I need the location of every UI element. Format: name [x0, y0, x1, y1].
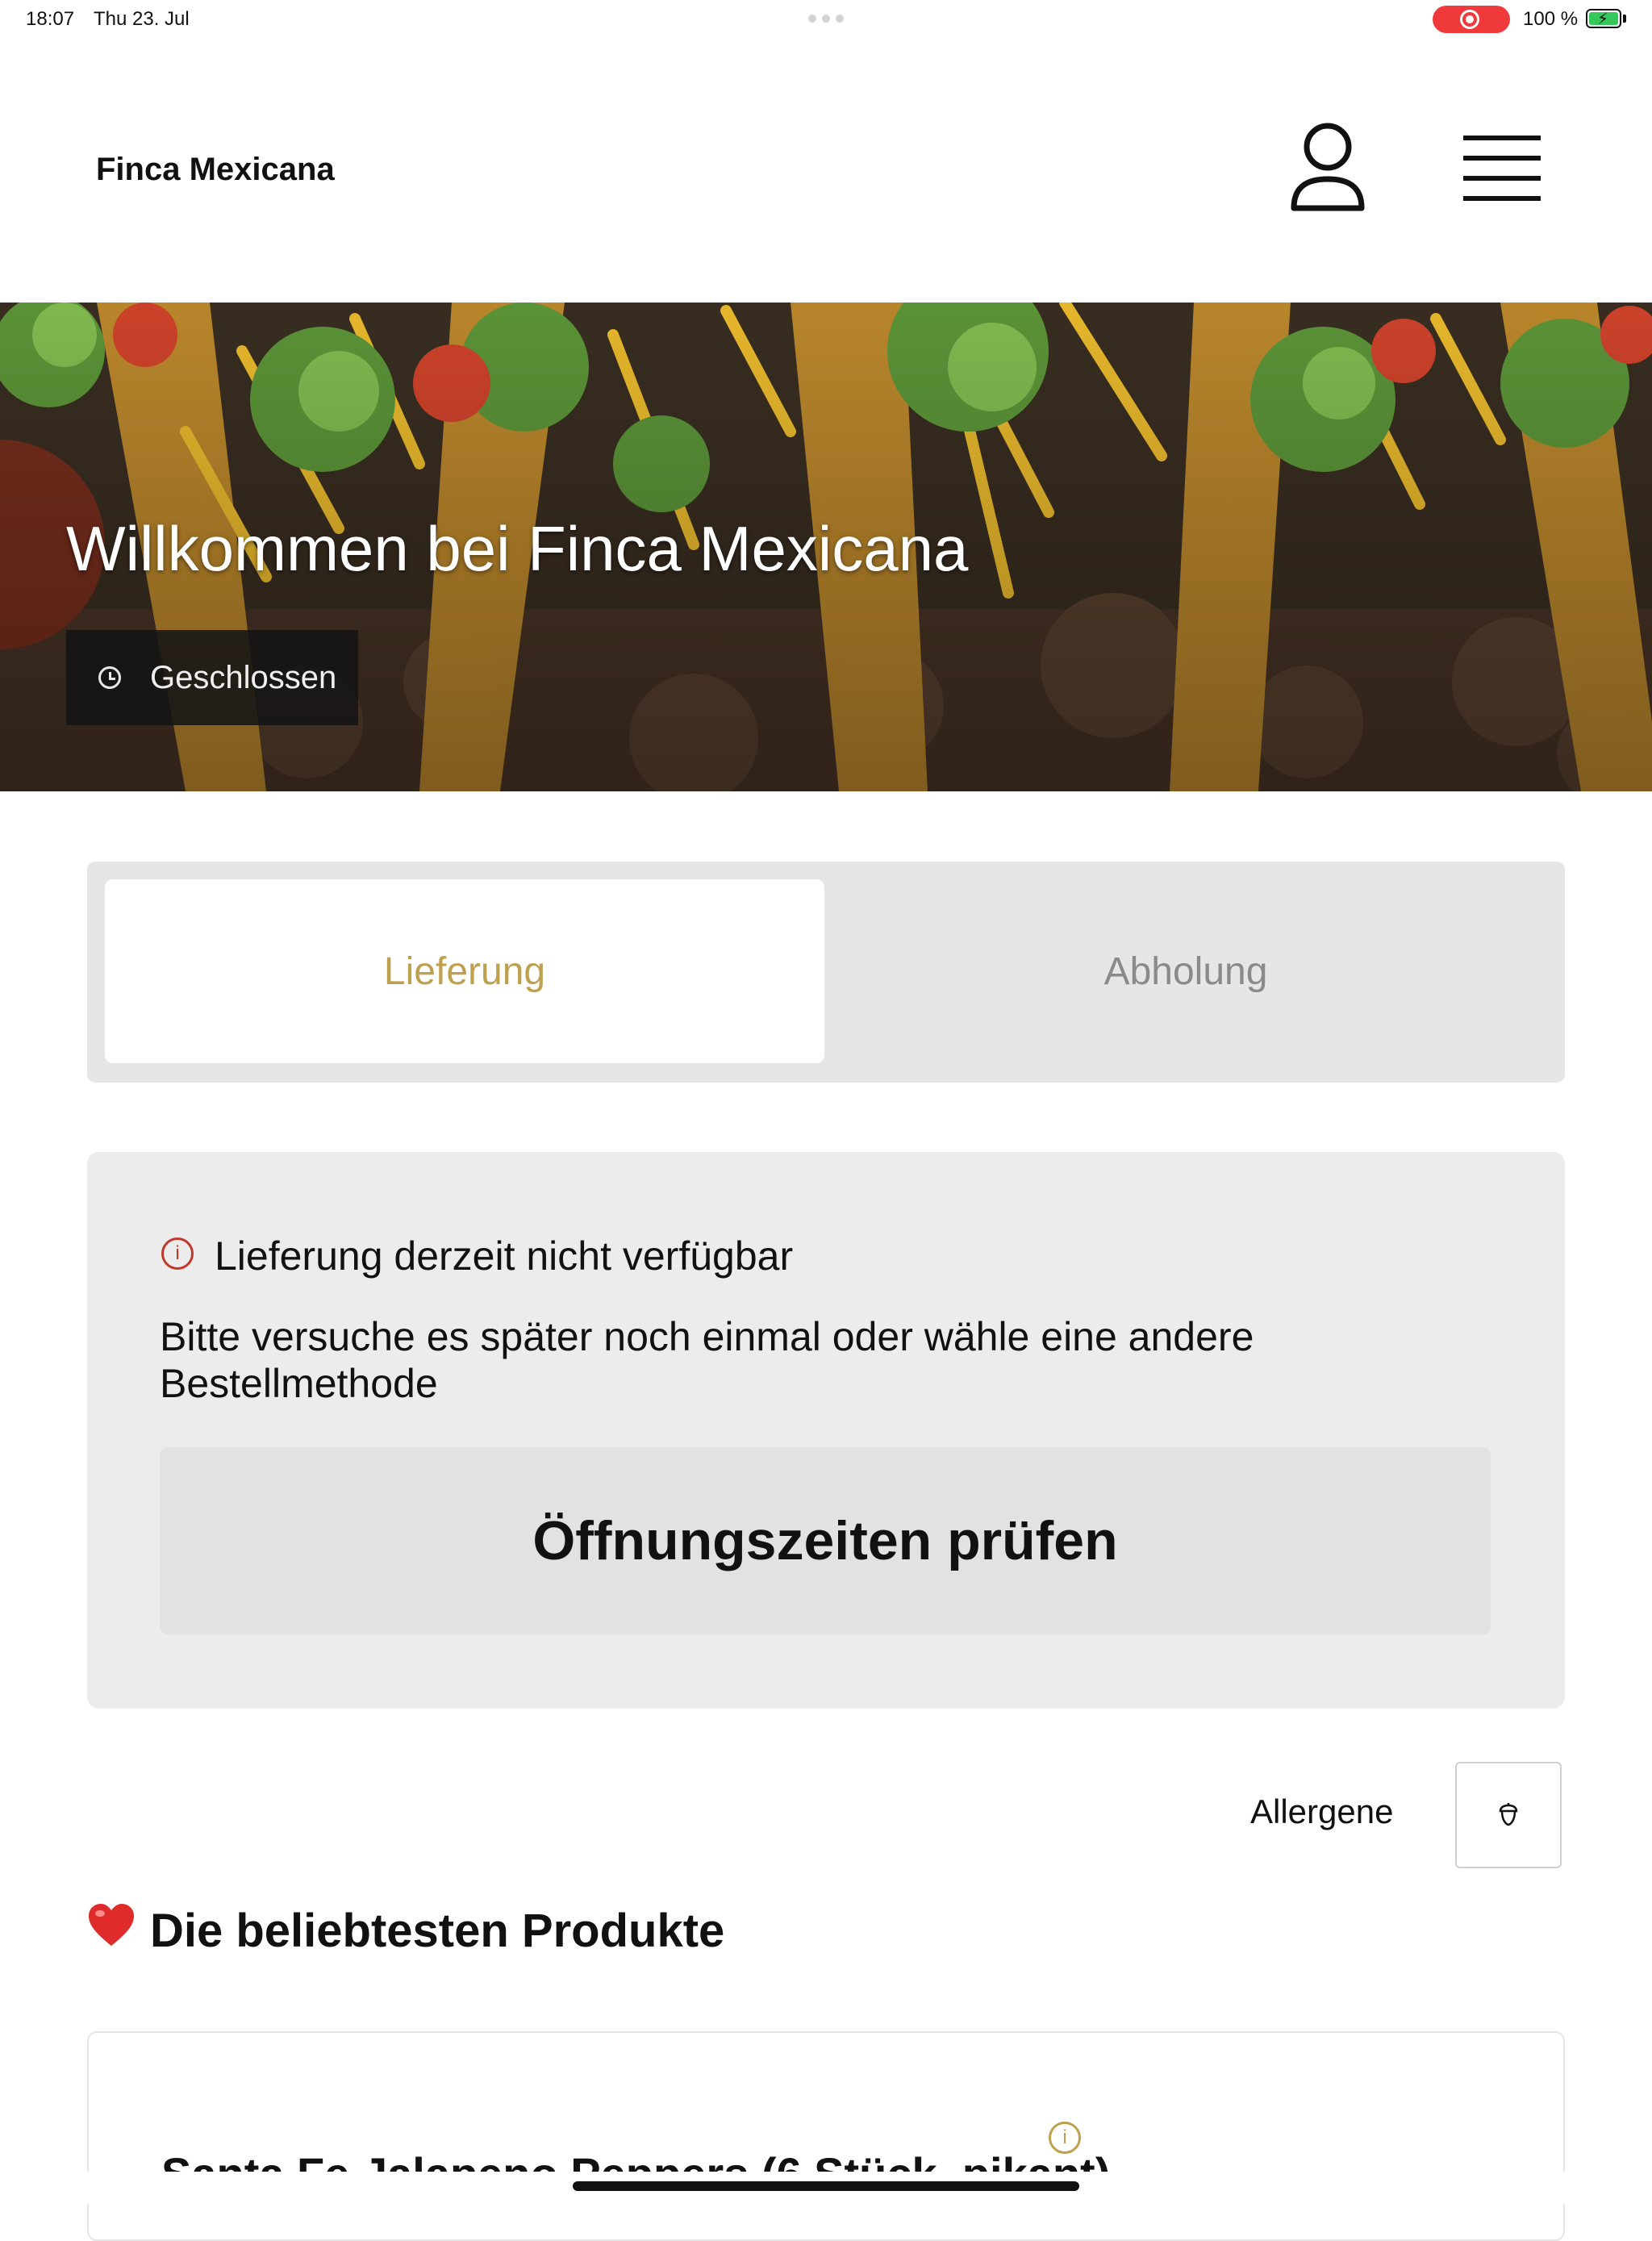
info-icon: i	[161, 1237, 194, 1270]
battery-percent: 100 %	[1523, 8, 1579, 30]
battery-icon: ⚡	[1586, 9, 1621, 28]
notice-title: Lieferung derzeit nicht verfügbar	[215, 1233, 794, 1279]
clock-icon	[98, 666, 121, 689]
status-date: Thu 23. Jul	[94, 8, 190, 30]
menu-button[interactable]	[1460, 132, 1544, 205]
status-time: 18:07	[26, 8, 75, 30]
heart-icon	[87, 1902, 136, 1959]
open-status-badge[interactable]: Geschlossen	[66, 630, 358, 725]
tab-abholung[interactable]: Abholung	[824, 879, 1547, 1063]
status-bar: 18:07 Thu 23. Jul 100 % ⚡	[0, 0, 1652, 39]
allergens-label: Allergene	[1250, 1792, 1394, 1830]
order-method-toggle: Lieferung Abholung	[87, 862, 1565, 1083]
open-status-label: Geschlossen	[150, 659, 337, 695]
popular-products-title: Die beliebtesten Produkte	[150, 1904, 725, 1957]
user-icon	[1291, 123, 1365, 211]
hero-title: Willkommen bei Finca Mexicana	[66, 513, 969, 584]
home-indicator[interactable]	[573, 2181, 1079, 2191]
screen-recording-icon[interactable]	[1433, 6, 1510, 33]
hamburger-menu-icon	[1463, 136, 1541, 201]
user-account-button[interactable]	[1287, 119, 1368, 216]
delivery-unavailable-notice: i Lieferung derzeit nicht verfügbar Bitt…	[87, 1152, 1565, 1709]
allergens-filter-button[interactable]	[1455, 1762, 1562, 1868]
battery-tip	[1623, 15, 1626, 23]
popular-products-heading: Die beliebtesten Produkte	[87, 1902, 724, 1959]
notice-body: Bitte versuche es später noch einmal ode…	[160, 1314, 1254, 1406]
tab-lieferung[interactable]: Lieferung	[105, 879, 824, 1063]
hero-banner: Willkommen bei Finca Mexicana Geschlosse…	[0, 303, 1652, 791]
info-icon[interactable]: i	[1049, 2122, 1081, 2154]
acorn-icon	[1499, 1803, 1518, 1826]
multitasking-dots-icon[interactable]	[808, 15, 844, 23]
product-card[interactable]: Santa Fe Jalapeno Peppers (6 Stück, pika…	[87, 2031, 1565, 2241]
site-header: Finca Mexicana	[0, 39, 1652, 303]
check-opening-hours-button[interactable]: Öffnungszeiten prüfen	[160, 1447, 1491, 1634]
brand-name[interactable]: Finca Mexicana	[96, 152, 335, 188]
